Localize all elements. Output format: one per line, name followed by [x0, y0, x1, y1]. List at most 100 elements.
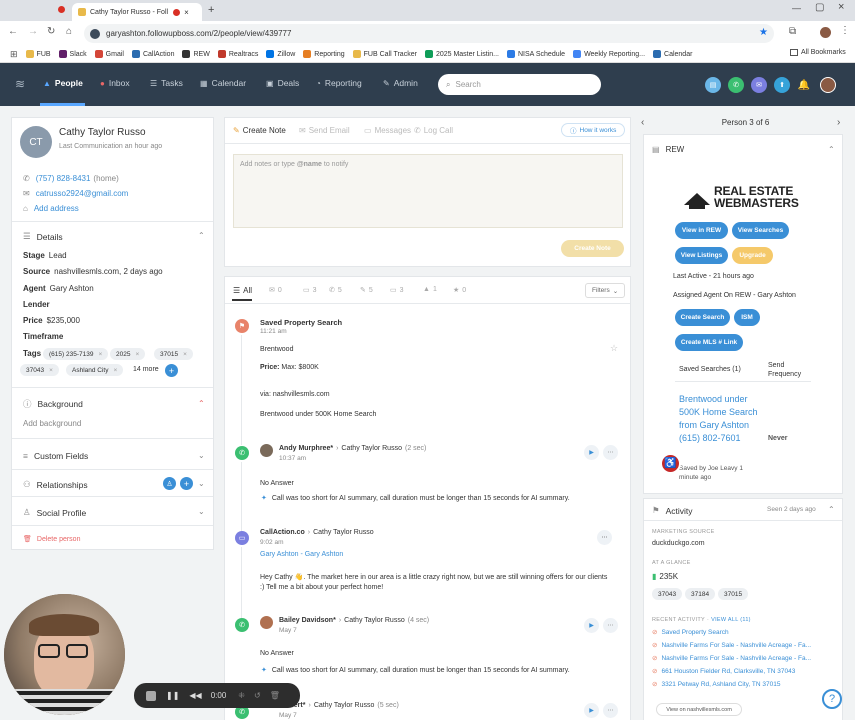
- expand-chevron-icon[interactable]: ⌄: [198, 451, 205, 460]
- stop-icon[interactable]: [146, 690, 156, 701]
- filter-tab[interactable]: ✎ 5: [360, 286, 373, 295]
- stage-value[interactable]: Lead: [49, 251, 67, 260]
- message-thread-link[interactable]: Gary Ashton - Gary Ashton: [260, 551, 343, 558]
- email-address[interactable]: catrusso2924@gmail.com: [36, 189, 129, 198]
- view-searches-button[interactable]: View Searches: [732, 222, 789, 239]
- trash-icon[interactable]: 🗑: [270, 691, 280, 700]
- custom-fields-header[interactable]: ≡ Custom Fields: [23, 451, 88, 461]
- collapse-chevron-icon[interactable]: ⌃: [198, 399, 205, 408]
- nav-admin[interactable]: ✎ Admin: [383, 78, 418, 88]
- note-textarea[interactable]: Add notes or type @name to notify: [233, 154, 623, 228]
- filter-tab[interactable]: ▭ 3: [390, 286, 404, 295]
- view-listings-button[interactable]: View Listings: [675, 247, 728, 264]
- star-icon[interactable]: ☆: [610, 343, 618, 354]
- collapse-chevron-icon[interactable]: ⌃: [828, 505, 835, 514]
- bookmark-item[interactable]: FUB Call Tracker: [352, 50, 417, 58]
- new-tab-icon[interactable]: +: [208, 4, 214, 16]
- how-it-works-button[interactable]: ⓘ How it works: [561, 123, 626, 137]
- recent-activity-item[interactable]: ⊘ Nashville Farms For Sale - Nashville Ac…: [652, 641, 811, 650]
- more-options-icon[interactable]: ⋯: [603, 618, 618, 633]
- minimize-icon[interactable]: —: [792, 3, 801, 13]
- notes-icon[interactable]: ▤: [705, 77, 721, 93]
- filter-tab[interactable]: ★ 0: [453, 286, 466, 295]
- contact-avatar[interactable]: CT: [20, 126, 52, 158]
- pause-icon[interactable]: ❚❚: [166, 691, 179, 700]
- help-icon[interactable]: ?: [822, 689, 842, 709]
- background-header[interactable]: ⓘ Background: [23, 398, 83, 410]
- restart-icon[interactable]: ↺: [254, 691, 261, 700]
- close-window-icon[interactable]: ×: [838, 1, 844, 13]
- lender-label[interactable]: Lender: [23, 300, 50, 309]
- filters-dropdown[interactable]: Filters ⌄: [585, 283, 626, 298]
- maximize-icon[interactable]: ▢: [815, 2, 824, 13]
- relationships-header[interactable]: ⚇ Relationships: [23, 479, 88, 490]
- profile-avatar[interactable]: [820, 27, 831, 38]
- user-avatar[interactable]: [820, 77, 836, 93]
- chat-icon[interactable]: ✉: [751, 77, 767, 93]
- saved-search-link[interactable]: Brentwood under 500K Home Search from Ga…: [679, 393, 759, 445]
- filter-tab[interactable]: ✆ 5: [329, 286, 342, 295]
- phone-icon[interactable]: ✆: [728, 77, 744, 93]
- add-relationship-button[interactable]: +: [180, 477, 193, 490]
- expand-chevron-icon[interactable]: ⌄: [198, 507, 205, 516]
- tab-messages[interactable]: ▭ Messages: [364, 126, 411, 135]
- back-icon[interactable]: ←: [8, 26, 18, 37]
- more-options-icon[interactable]: ⋯: [603, 703, 618, 718]
- recent-activity-item[interactable]: ⊘ Saved Property Search: [652, 628, 729, 637]
- view-in-rew-button[interactable]: View in REW: [675, 222, 728, 239]
- filter-tab[interactable]: ✉ 0: [269, 286, 282, 295]
- nav-calendar[interactable]: ▦ Calendar: [200, 78, 246, 88]
- webcam-bubble[interactable]: [4, 594, 125, 715]
- bookmark-item[interactable]: Reporting: [303, 50, 345, 58]
- add-tag-button[interactable]: +: [165, 364, 178, 377]
- nav-inbox[interactable]: ● Inbox: [100, 78, 130, 88]
- create-mls-link-button[interactable]: Create MLS # Link: [675, 334, 743, 351]
- remove-tag-icon[interactable]: ×: [49, 367, 53, 374]
- tab-log-call[interactable]: ✆ Log Call: [414, 126, 453, 135]
- play-button[interactable]: ▶: [584, 703, 599, 718]
- bookmark-item[interactable]: Zillow: [266, 50, 295, 58]
- bookmark-item[interactable]: Slack: [58, 50, 87, 58]
- bookmark-item[interactable]: Calendar: [653, 50, 692, 58]
- next-person-icon[interactable]: ›: [837, 117, 840, 128]
- fub-logo-icon[interactable]: ≋: [15, 77, 25, 91]
- nav-tasks[interactable]: ☰ Tasks: [150, 78, 183, 88]
- ism-button[interactable]: ISM: [734, 309, 760, 326]
- contact-name[interactable]: Cathy Taylor Russo: [59, 127, 146, 138]
- more-options-icon[interactable]: ⋯: [597, 530, 612, 545]
- all-bookmarks[interactable]: All Bookmarks: [790, 49, 846, 56]
- search-input[interactable]: ⌕ Search: [438, 74, 601, 95]
- recent-activity-item[interactable]: ⊘ 3321 Petway Rd, Ashland City, TN 37015: [652, 680, 780, 689]
- browser-tab[interactable]: Cathy Taylor Russo - Foll ×: [72, 3, 202, 21]
- play-button[interactable]: ▶: [584, 445, 599, 460]
- nav-people[interactable]: ▲ People: [43, 78, 83, 88]
- bookmark-item[interactable]: FUB: [25, 50, 51, 58]
- draw-icon[interactable]: ⁜: [238, 691, 245, 700]
- more-tags-link[interactable]: 14 more: [133, 366, 159, 373]
- delete-person-link[interactable]: 🗑 Delete person: [23, 535, 80, 544]
- forward-icon[interactable]: →: [28, 26, 38, 37]
- caller-name[interactable]: Bailey Davidson*: [279, 617, 336, 624]
- site-info-icon[interactable]: [90, 29, 100, 39]
- extensions-icon[interactable]: ⧉: [789, 26, 796, 37]
- activity-header[interactable]: ⚑ Activity: [652, 505, 693, 516]
- recent-activity-item[interactable]: ⊘ Nashville Farms For Sale - Nashville Ac…: [652, 654, 811, 663]
- nav-deals[interactable]: ▣ Deals: [266, 78, 299, 88]
- recent-activity-item[interactable]: ⊘ 661 Houston Fielder Rd, Clarksville, TN…: [652, 667, 795, 676]
- create-search-button[interactable]: Create Search: [675, 309, 730, 326]
- add-address-link[interactable]: Add address: [34, 204, 79, 213]
- bookmark-item[interactable]: Gmail: [94, 50, 124, 58]
- create-note-button[interactable]: Create Note: [561, 240, 624, 257]
- tab-send-email[interactable]: ✉ Send Email: [299, 126, 350, 135]
- bookmark-item[interactable]: REW: [182, 50, 210, 58]
- expand-chevron-icon[interactable]: ⌄: [198, 479, 205, 488]
- tag-chip[interactable]: 37043 ×: [20, 364, 59, 376]
- filter-all[interactable]: ☰ All: [233, 286, 252, 295]
- view-all-link[interactable]: VIEW ALL (11): [711, 617, 751, 623]
- remove-tag-icon[interactable]: ×: [135, 351, 139, 358]
- sender-name[interactable]: CallAction.co: [260, 529, 305, 536]
- tag-chip[interactable]: (615) 235-7139 ×: [43, 348, 109, 360]
- collapse-chevron-icon[interactable]: ⌃: [828, 145, 835, 154]
- accessibility-icon[interactable]: ♿: [660, 453, 681, 474]
- url-field[interactable]: garyashton.followupboss.com/2/people/vie…: [84, 24, 774, 43]
